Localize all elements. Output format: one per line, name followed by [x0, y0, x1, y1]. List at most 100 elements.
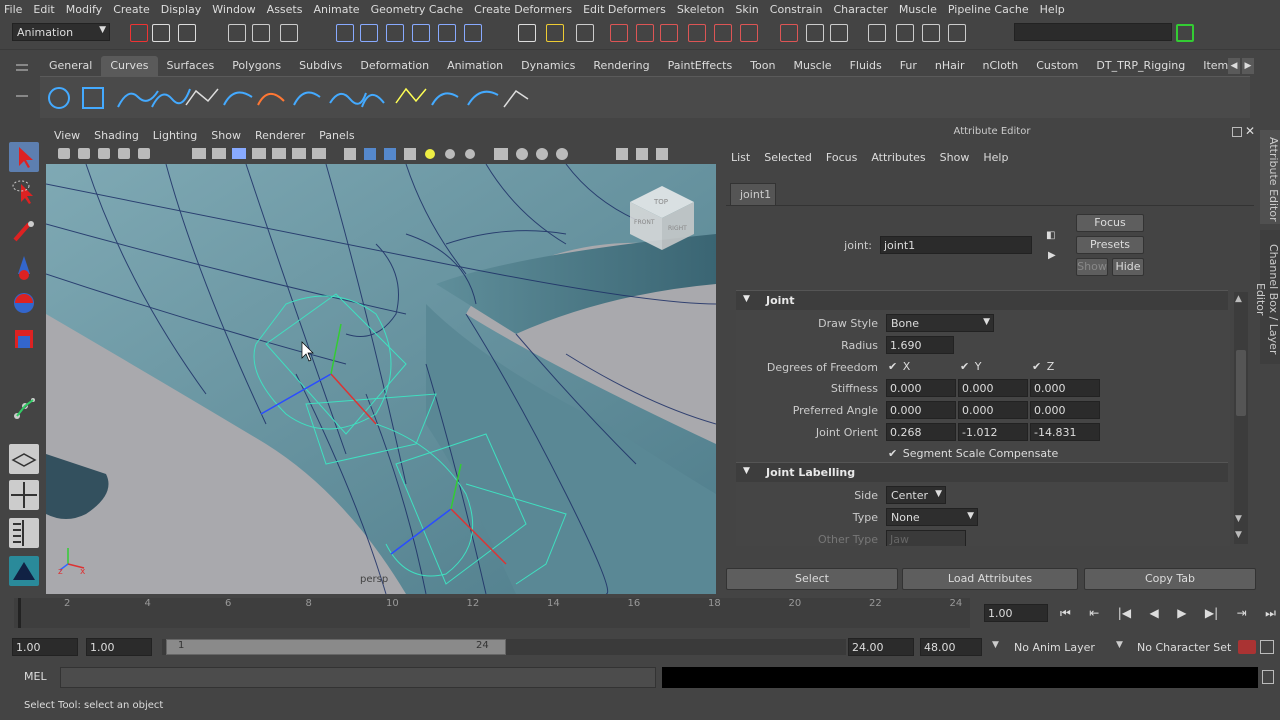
status-tool-icon[interactable]	[178, 24, 196, 42]
joint-section-header[interactable]: ▼ Joint	[736, 290, 1228, 310]
shelf-tab-surfaces[interactable]: Surfaces	[158, 56, 224, 76]
menu-item-create-deformers[interactable]: Create Deformers	[474, 3, 572, 16]
status-tool-icon[interactable]	[922, 24, 940, 42]
show-button[interactable]: Show	[1076, 258, 1108, 276]
status-tool-icon[interactable]	[130, 24, 148, 42]
viewport-menu-lighting[interactable]: Lighting	[153, 129, 197, 142]
auto-key-icon[interactable]	[1238, 640, 1256, 654]
close-icon[interactable]: ✕	[1245, 124, 1255, 138]
curve-tool-icons[interactable]	[40, 77, 560, 119]
end-time-field[interactable]: 48.00	[920, 638, 982, 656]
shelf-tab-animation[interactable]: Animation	[438, 56, 512, 76]
status-tool-icon[interactable]	[280, 24, 298, 42]
status-tool-icon[interactable]	[228, 24, 246, 42]
status-tool-icon[interactable]	[464, 24, 482, 42]
ae-menu-focus[interactable]: Focus	[826, 151, 857, 164]
joint-labelling-section-header[interactable]: ▼ Joint Labelling	[736, 462, 1228, 482]
float-panel-icon[interactable]	[1232, 127, 1242, 137]
shelf-tab-polygons[interactable]: Polygons	[223, 56, 290, 76]
preferred-y-field[interactable]: 0.000	[958, 401, 1028, 419]
shelf-tab-dt-trp-rigging[interactable]: DT_TRP_Rigging	[1087, 56, 1194, 76]
viewport-menu-renderer[interactable]: Renderer	[255, 129, 305, 142]
status-tool-icon[interactable]	[152, 24, 170, 42]
preferred-z-field[interactable]: 0.000	[1030, 401, 1100, 419]
shelf-tab-muscle[interactable]: Muscle	[784, 56, 840, 76]
status-tool-icon[interactable]	[518, 24, 536, 42]
single-perspective-layout-icon[interactable]	[9, 444, 39, 474]
perspective-viewport[interactable]: TOP FRONT RIGHT z x persp	[46, 164, 716, 594]
scale-tool-icon[interactable]	[9, 324, 39, 354]
four-view-layout-icon[interactable]	[9, 480, 39, 510]
viewport-menu-panels[interactable]: Panels	[319, 129, 354, 142]
dof-x-checkbox[interactable]: ✔ X	[888, 360, 910, 373]
shelf-tab-curves[interactable]: Curves	[101, 56, 158, 76]
status-tool-icon[interactable]	[948, 24, 966, 42]
menu-item-pipeline-cache[interactable]: Pipeline Cache	[948, 3, 1029, 16]
viewport-menu-view[interactable]: View	[54, 129, 80, 142]
current-frame-field[interactable]: 1.00	[984, 604, 1048, 622]
ae-menu-help[interactable]: Help	[983, 151, 1008, 164]
menu-item-modify[interactable]: Modify	[66, 3, 102, 16]
menu-item-constrain[interactable]: Constrain	[770, 3, 823, 16]
focus-button[interactable]: Focus	[1076, 214, 1144, 232]
status-tool-icon[interactable]	[360, 24, 378, 42]
go-to-input-icon[interactable]: ◧	[1046, 230, 1055, 241]
status-tool-icon[interactable]	[740, 24, 758, 42]
menu-item-skeleton[interactable]: Skeleton	[677, 3, 725, 16]
select-button[interactable]: Select	[726, 568, 898, 590]
status-tool-icon[interactable]	[438, 24, 456, 42]
status-tool-icon[interactable]	[780, 24, 798, 42]
start-time-field[interactable]: 1.00	[12, 638, 78, 656]
orient-x-field[interactable]: 0.268	[886, 423, 956, 441]
sidebar-toggle-icon[interactable]	[1176, 24, 1194, 42]
shelf-tab-subdivs[interactable]: Subdivs	[290, 56, 351, 76]
animation-preferences-icon[interactable]	[1260, 640, 1274, 654]
status-tool-icon[interactable]	[636, 24, 654, 42]
preferred-x-field[interactable]: 0.000	[886, 401, 956, 419]
shelf-scroll-right-icon[interactable]: ▶	[1242, 58, 1254, 74]
viewport-toolbar[interactable]	[46, 144, 716, 164]
shelf-tab-painteffects[interactable]: PaintEffects	[659, 56, 742, 76]
ae-menu-selected[interactable]: Selected	[764, 151, 812, 164]
radius-field[interactable]: 1.690	[886, 336, 954, 354]
playback-start-field[interactable]: 1.00	[86, 638, 152, 656]
menu-item-assets[interactable]: Assets	[267, 3, 303, 16]
command-input[interactable]	[60, 667, 656, 688]
time-slider[interactable]: 2 4 6 8 10 12 14 16 18 20 22 24	[14, 598, 970, 628]
draw-style-dropdown[interactable]: Bone ▼	[886, 314, 994, 332]
status-tool-icon[interactable]	[714, 24, 732, 42]
status-tool-icon[interactable]	[896, 24, 914, 42]
joint-tool-icon[interactable]	[9, 394, 39, 424]
shelf-tab-general[interactable]: General	[40, 56, 101, 76]
status-tool-icon[interactable]	[336, 24, 354, 42]
move-tool-icon[interactable]	[9, 252, 39, 282]
dof-z-checkbox[interactable]: ✔ Z	[1032, 360, 1054, 373]
shelf-tab-toon[interactable]: Toon	[741, 56, 784, 76]
status-tool-icon[interactable]	[688, 24, 706, 42]
shelf-scroll-left-icon[interactable]: ◀	[1228, 58, 1240, 74]
shelf-tab-custom[interactable]: Custom	[1027, 56, 1087, 76]
viewport-menu-shading[interactable]: Shading	[94, 129, 139, 142]
lasso-tool-icon[interactable]	[9, 178, 39, 208]
playback-controls[interactable]: ⏮ ⇤ |◀ ◀ ▶ ▶| ⇥ ⏭	[1060, 606, 1276, 624]
shelf-tab-deformation[interactable]: Deformation	[351, 56, 438, 76]
status-tool-icon[interactable]	[610, 24, 628, 42]
quick-select-field[interactable]	[1014, 23, 1172, 41]
shelf-menu-icon[interactable]	[16, 58, 30, 118]
type-dropdown[interactable]: None ▼	[886, 508, 978, 526]
menu-item-help[interactable]: Help	[1040, 3, 1065, 16]
menu-item-display[interactable]: Display	[161, 3, 202, 16]
menu-item-skin[interactable]: Skin	[735, 3, 758, 16]
menu-item-edit[interactable]: Edit	[33, 3, 54, 16]
mel-label[interactable]: MEL	[24, 670, 47, 683]
shelf-tab-fluids[interactable]: Fluids	[841, 56, 891, 76]
presets-button[interactable]: Presets	[1076, 236, 1144, 254]
status-tool-icon[interactable]	[660, 24, 678, 42]
menu-item-geometry-cache[interactable]: Geometry Cache	[371, 3, 464, 16]
menu-item-muscle[interactable]: Muscle	[899, 3, 937, 16]
status-tool-icon[interactable]	[830, 24, 848, 42]
ae-menu-list[interactable]: List	[731, 151, 750, 164]
menu-item-animate[interactable]: Animate	[313, 3, 359, 16]
tab-attribute-editor[interactable]: Attribute Editor	[1260, 130, 1280, 224]
side-dropdown[interactable]: Center ▼	[886, 486, 946, 504]
